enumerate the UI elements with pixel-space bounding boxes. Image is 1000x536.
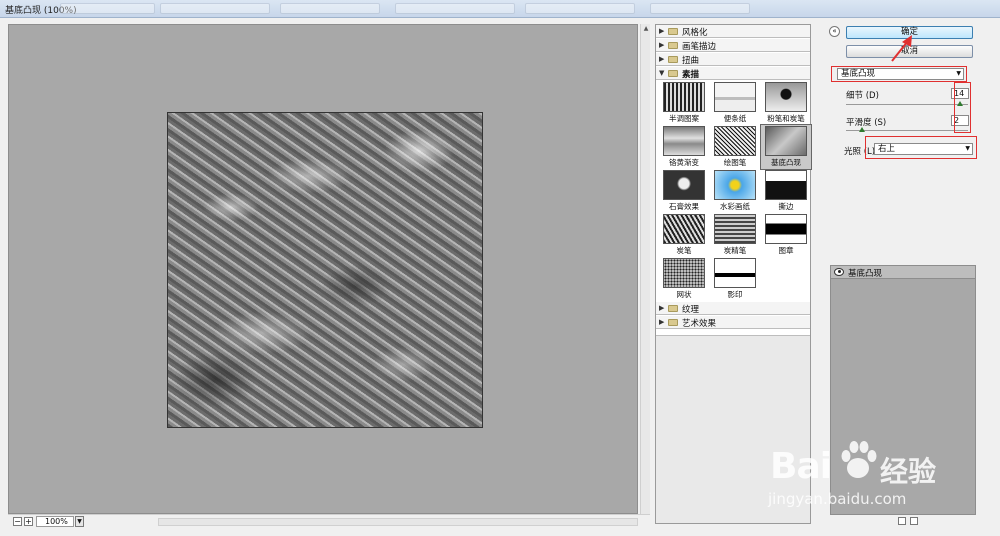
filter-thumb-chalk-charcoal[interactable]: 粉笔和炭笔 bbox=[761, 81, 811, 125]
preview-vertical-scrollbar[interactable]: ▲ ▼ bbox=[640, 24, 650, 524]
thumbnail-image bbox=[663, 258, 705, 288]
filter-thumb-bas-relief[interactable]: 基底凸现 bbox=[760, 124, 812, 170]
folder-icon bbox=[668, 319, 678, 326]
preview-image[interactable] bbox=[167, 112, 483, 428]
smoothness-slider-handle[interactable] bbox=[859, 127, 866, 132]
thumbnail-image bbox=[714, 170, 756, 200]
thumbnail-image bbox=[765, 170, 807, 200]
category-distort[interactable]: ▶ 扭曲 bbox=[656, 53, 810, 66]
filter-label: 铬黄渐变 bbox=[669, 158, 699, 167]
filter-label: 基底凸现 bbox=[771, 158, 801, 167]
expand-triangle-icon[interactable]: ▶ bbox=[659, 304, 664, 312]
filter-label: 粉笔和炭笔 bbox=[767, 114, 805, 123]
detail-slider[interactable] bbox=[846, 104, 968, 105]
expand-triangle-icon[interactable]: ▶ bbox=[659, 27, 664, 35]
preview-bottom-bar: − + 100% ▼ bbox=[8, 514, 650, 528]
expand-triangle-icon[interactable]: ▶ bbox=[659, 41, 664, 49]
thumbnail-image bbox=[663, 82, 705, 112]
zoom-level-field[interactable]: 100% bbox=[36, 516, 74, 527]
filter-thumb-stamp[interactable]: 图章 bbox=[761, 213, 811, 257]
filter-thumb-chrome[interactable]: 铬黄渐变 bbox=[659, 125, 709, 169]
filter-thumb-water-paper[interactable]: 水彩画纸 bbox=[710, 169, 760, 213]
category-label: 纹理 bbox=[682, 305, 700, 315]
filter-label: 撕边 bbox=[778, 202, 794, 211]
filter-thumb-halftone[interactable]: 半调图案 bbox=[659, 81, 709, 125]
category-brush-strokes[interactable]: ▶ 画笔描边 bbox=[656, 39, 810, 52]
background-tab bbox=[280, 3, 380, 14]
new-effect-layer-icon[interactable] bbox=[898, 517, 906, 525]
thumbnail-image bbox=[765, 82, 807, 112]
thumbnail-image bbox=[663, 170, 705, 200]
filter-label: 网状 bbox=[676, 290, 692, 299]
background-tab bbox=[525, 3, 635, 14]
folder-icon bbox=[668, 70, 678, 77]
annotation-highlight bbox=[954, 82, 971, 133]
filter-thumb-reticulation[interactable]: 网状 bbox=[659, 257, 709, 301]
delete-effect-layer-icon[interactable] bbox=[910, 517, 918, 525]
filter-label: 水彩画纸 bbox=[720, 202, 750, 211]
filter-label: 绘图笔 bbox=[723, 158, 747, 167]
folder-icon bbox=[668, 56, 678, 63]
thumbnail-image bbox=[714, 258, 756, 288]
category-label: 扭曲 bbox=[682, 56, 700, 66]
expand-triangle-icon[interactable]: ▶ bbox=[659, 318, 664, 326]
filter-thumb-plaster[interactable]: 石膏效果 bbox=[659, 169, 709, 213]
filter-thumb-photocopy[interactable]: 影印 bbox=[710, 257, 760, 301]
effect-layer-label: 基底凸现 bbox=[848, 269, 883, 279]
folder-icon bbox=[668, 305, 678, 312]
effect-layer-row[interactable]: 基底凸现 bbox=[831, 266, 975, 279]
filter-label: 影印 bbox=[727, 290, 743, 299]
filter-label: 石膏效果 bbox=[669, 202, 699, 211]
expand-triangle-icon[interactable]: ▶ bbox=[659, 55, 664, 63]
preview-horizontal-scrollbar[interactable] bbox=[158, 518, 638, 526]
annotation-arrow-icon bbox=[891, 35, 912, 62]
category-stylize[interactable]: ▶ 风格化 bbox=[656, 25, 810, 38]
filter-thumb-torn-edges[interactable]: 撕边 bbox=[761, 169, 811, 213]
background-tab bbox=[395, 3, 515, 14]
filter-label: 半调图案 bbox=[669, 114, 699, 123]
effect-layers-panel: 基底凸现 bbox=[830, 265, 976, 515]
collapse-gallery-button[interactable]: « bbox=[829, 26, 840, 37]
category-artistic[interactable]: ▶ 艺术效果 bbox=[656, 316, 810, 329]
zoom-out-button[interactable]: − bbox=[13, 517, 22, 526]
collapse-triangle-icon[interactable]: ▼ bbox=[659, 69, 664, 77]
category-label: 艺术效果 bbox=[682, 319, 717, 329]
zoom-dropdown-icon[interactable]: ▼ bbox=[75, 516, 84, 527]
thumbnail-image bbox=[765, 214, 807, 244]
title-bar: 基底凸现 (100%) bbox=[0, 0, 1000, 18]
thumbnail-image bbox=[765, 126, 807, 156]
filter-label: 炭精笔 bbox=[723, 246, 747, 255]
filter-label: 图章 bbox=[778, 246, 794, 255]
gallery-empty-area bbox=[656, 335, 810, 523]
thumbnail-image bbox=[663, 126, 705, 156]
scroll-up-icon[interactable]: ▲ bbox=[642, 25, 650, 34]
filter-thumbnails: 半调图案 便条纸 粉笔和炭笔 铬黄渐变 绘图笔 基底凸现 石膏效果 水彩画纸 撕… bbox=[656, 79, 812, 325]
visibility-eye-icon[interactable] bbox=[834, 268, 844, 276]
filter-gallery: ▶ 风格化 ▶ 画笔描边 ▶ 扭曲 ▼ 素描 半调图案 便条纸 粉笔和炭笔 铬黄 bbox=[655, 24, 812, 524]
detail-label: 细节 (D) bbox=[846, 91, 879, 101]
filter-thumb-graphic-pen[interactable]: 绘图笔 bbox=[710, 125, 760, 169]
filter-label: 便条纸 bbox=[723, 114, 747, 123]
filter-thumb-conte-crayon[interactable]: 炭精笔 bbox=[710, 213, 760, 257]
folder-icon bbox=[668, 28, 678, 35]
category-label: 画笔描边 bbox=[682, 42, 717, 52]
filter-thumb-note-paper[interactable]: 便条纸 bbox=[710, 81, 760, 125]
smoothness-label: 平滑度 (S) bbox=[846, 118, 887, 128]
folder-icon bbox=[668, 42, 678, 49]
thumbnail-image bbox=[714, 126, 756, 156]
annotation-highlight bbox=[865, 136, 977, 159]
zoom-in-button[interactable]: + bbox=[24, 517, 33, 526]
background-tab bbox=[650, 3, 750, 14]
background-tab bbox=[160, 3, 270, 14]
category-label: 风格化 bbox=[682, 28, 708, 38]
background-tab bbox=[60, 3, 155, 14]
thumbnail-image bbox=[663, 214, 705, 244]
filter-label: 炭笔 bbox=[676, 246, 692, 255]
thumbnail-image bbox=[714, 214, 756, 244]
thumbnail-image bbox=[714, 82, 756, 112]
category-texture[interactable]: ▶ 纹理 bbox=[656, 302, 810, 315]
filter-thumb-charcoal[interactable]: 炭笔 bbox=[659, 213, 709, 257]
annotation-highlight bbox=[831, 66, 967, 82]
